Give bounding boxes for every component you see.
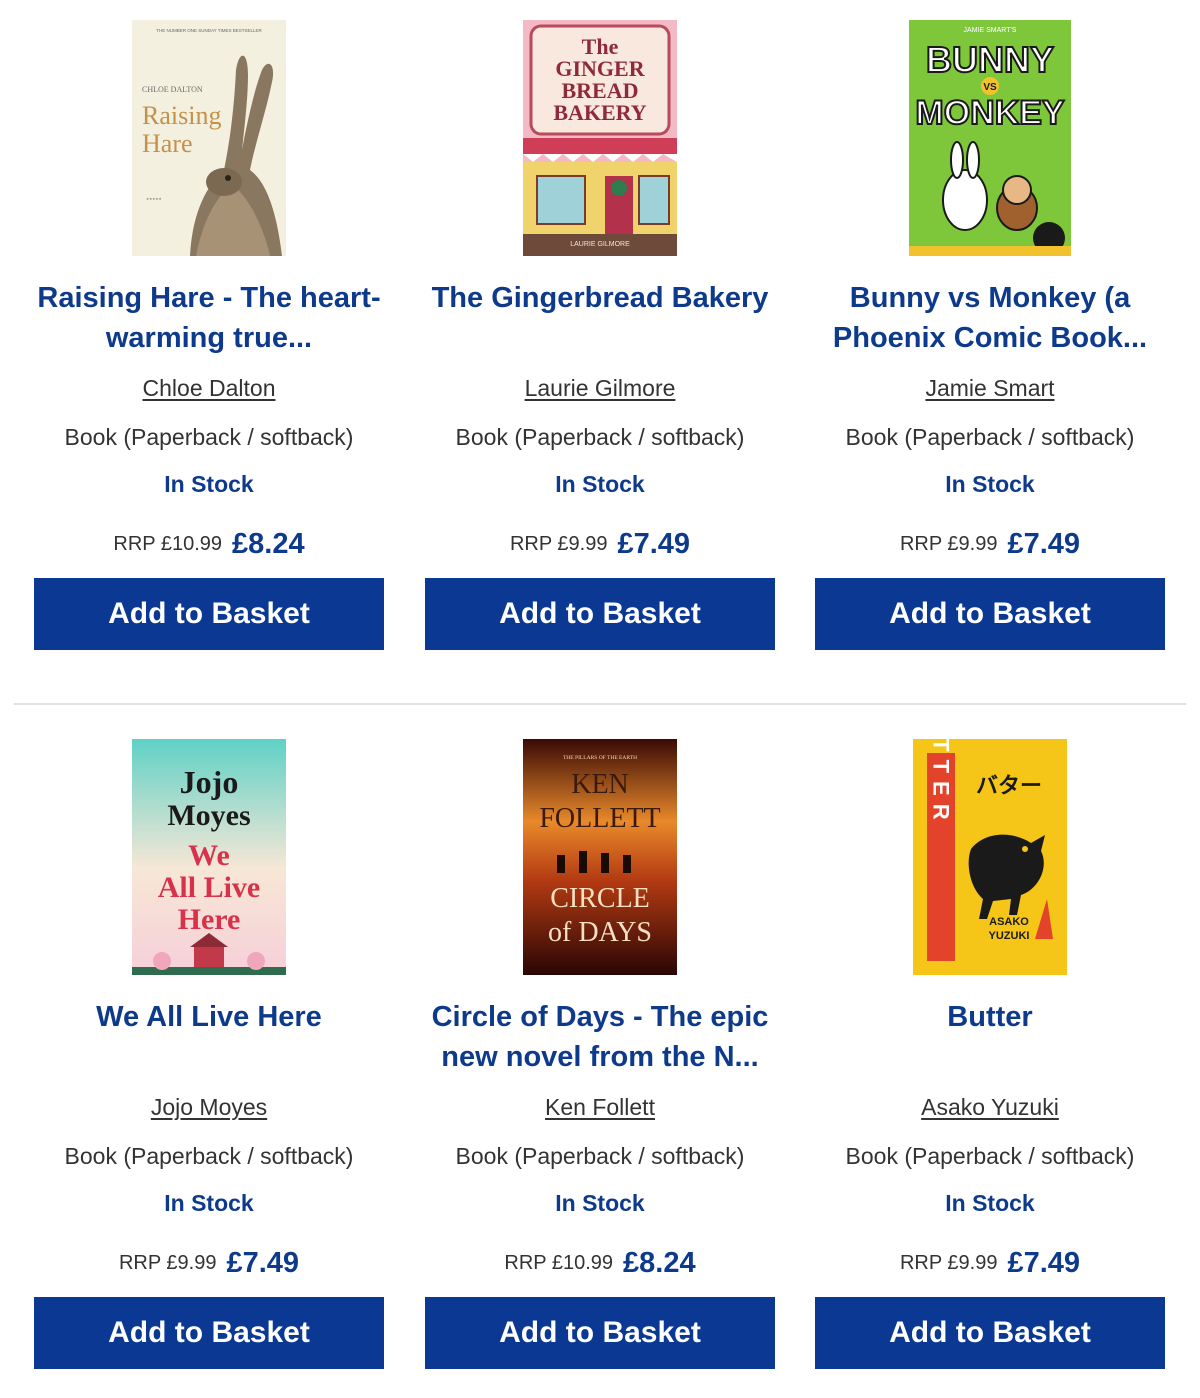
product-row: Jojo Moyes We All Live Here We All Live … — [0, 719, 1200, 1379]
butter-cover[interactable]: BUTTER バター ASAKO YUZUKI — [913, 739, 1067, 975]
product-format: Book (Paperback / softback) — [455, 1143, 745, 1169]
price-block: RRP £9.99 £7.49 — [425, 524, 775, 564]
product-format: Book (Paperback / softback) — [455, 424, 745, 450]
svg-text:バター: バター — [976, 774, 1042, 799]
product-row: THE NUMBER ONE SUNDAY TIMES BESTSELLER C… — [0, 0, 1200, 660]
svg-text:Raising: Raising — [142, 101, 221, 130]
rrp-price: RRP £9.99 — [899, 533, 998, 555]
product-title-link[interactable]: We All Live Here — [24, 997, 394, 1037]
author-link[interactable]: Asako Yuzuki — [815, 1092, 1165, 1122]
svg-text:MONKEY: MONKEY — [915, 94, 1065, 132]
bunny-vs-monkey-cover[interactable]: JAMIE SMART'S BUNNY VS MONKEY — [909, 20, 1071, 256]
product-title-link[interactable]: The Gingerbread Bakery — [415, 278, 785, 318]
sale-price: £7.49 — [1007, 528, 1081, 560]
svg-text:CHLOE DALTON: CHLOE DALTON — [142, 85, 203, 94]
sale-price: £7.49 — [1007, 1247, 1081, 1279]
product-card: Jojo Moyes We All Live Here We All Live … — [34, 719, 384, 1379]
svg-text:BUNNY: BUNNY — [926, 39, 1054, 80]
we-all-live-here-cover[interactable]: Jojo Moyes We All Live Here — [132, 739, 286, 975]
price-block: RRP £10.99 £8.24 — [425, 1243, 775, 1283]
svg-text:BUTTER: BUTTER — [929, 739, 954, 828]
svg-text:Hare: Hare — [142, 129, 193, 158]
product-format: Book (Paperback / softback) — [64, 424, 354, 450]
product-format: Book (Paperback / softback) — [845, 1143, 1135, 1169]
stock-status: In Stock — [555, 471, 645, 497]
add-to-basket-button[interactable]: Add to Basket — [34, 1297, 384, 1369]
stock-status: In Stock — [555, 1190, 645, 1216]
rrp-price: RRP £10.99 — [113, 533, 222, 555]
svg-text:BAKERY: BAKERY — [553, 100, 646, 125]
svg-text:Here: Here — [178, 903, 241, 936]
svg-text:Moyes: Moyes — [167, 799, 250, 832]
product-title-link[interactable]: Raising Hare - The heart-warming true... — [24, 278, 394, 358]
svg-text:LAURIE GILMORE: LAURIE GILMORE — [570, 241, 630, 248]
sale-price: £7.49 — [617, 528, 691, 560]
svg-text:★★★★★: ★★★★★ — [146, 197, 163, 201]
svg-text:YUZUKI: YUZUKI — [989, 930, 1030, 942]
stock-status: In Stock — [945, 471, 1035, 497]
author-link[interactable]: Ken Follett — [425, 1092, 775, 1122]
rrp-price: RRP £9.99 — [899, 1252, 998, 1274]
author-link[interactable]: Chloe Dalton — [34, 373, 384, 403]
rrp-price: RRP £10.99 — [504, 1252, 613, 1274]
add-to-basket-button[interactable]: Add to Basket — [34, 578, 384, 650]
stock-status: In Stock — [164, 1190, 254, 1216]
product-title-link[interactable]: Bunny vs Monkey (a Phoenix Comic Book... — [805, 278, 1175, 358]
raising-hare-cover[interactable]: THE NUMBER ONE SUNDAY TIMES BESTSELLER C… — [132, 20, 286, 256]
sale-price: £8.24 — [232, 528, 305, 560]
rrp-price: RRP £9.99 — [118, 1252, 217, 1274]
add-to-basket-button[interactable]: Add to Basket — [425, 578, 775, 650]
svg-text:CIRCLE: CIRCLE — [550, 883, 650, 914]
product-card: JAMIE SMART'S BUNNY VS MONKEY Bunny vs M… — [815, 0, 1165, 660]
svg-text:FOLLETT: FOLLETT — [539, 803, 660, 834]
product-title-link[interactable]: Butter — [805, 997, 1175, 1037]
price-block: RRP £9.99 £7.49 — [34, 1243, 384, 1283]
stock-status: In Stock — [164, 471, 254, 497]
sale-price: £7.49 — [226, 1247, 300, 1279]
product-format: Book (Paperback / softback) — [64, 1143, 354, 1169]
gingerbread-bakery-cover[interactable]: The GINGER BREAD BAKERY LAURIE GILMORE — [523, 20, 677, 256]
author-link[interactable]: Laurie Gilmore — [425, 373, 775, 403]
add-to-basket-button[interactable]: Add to Basket — [425, 1297, 775, 1369]
svg-text:All Live: All Live — [158, 871, 261, 904]
product-card: THE PILLARS OF THE EARTH KEN FOLLETT CIR… — [425, 719, 775, 1379]
author-link[interactable]: Jamie Smart — [815, 373, 1165, 403]
svg-text:THE NUMBER ONE SUNDAY TIMES BE: THE NUMBER ONE SUNDAY TIMES BESTSELLER — [156, 28, 262, 33]
svg-text:ASAKO: ASAKO — [989, 916, 1029, 928]
svg-text:Jojo: Jojo — [180, 764, 239, 800]
price-block: RRP £10.99 £8.24 — [34, 524, 384, 564]
add-to-basket-button[interactable]: Add to Basket — [815, 1297, 1165, 1369]
product-card: THE NUMBER ONE SUNDAY TIMES BESTSELLER C… — [34, 0, 384, 660]
product-card: The GINGER BREAD BAKERY LAURIE GILMORE T… — [425, 0, 775, 660]
stock-status: In Stock — [945, 1190, 1035, 1216]
add-to-basket-button[interactable]: Add to Basket — [815, 578, 1165, 650]
rrp-price: RRP £9.99 — [509, 533, 608, 555]
product-card: BUTTER バター ASAKO YUZUKI Butter Asako Yuz… — [815, 719, 1165, 1379]
product-title-link[interactable]: Circle of Days - The epic new novel from… — [415, 997, 785, 1077]
svg-text:VS: VS — [983, 82, 997, 93]
price-block: RRP £9.99 £7.49 — [815, 524, 1165, 564]
product-format: Book (Paperback / softback) — [845, 424, 1135, 450]
svg-text:KEN: KEN — [571, 769, 629, 800]
sale-price: £8.24 — [623, 1247, 696, 1279]
svg-text:of DAYS: of DAYS — [548, 917, 652, 948]
svg-text:THE PILLARS OF THE EARTH: THE PILLARS OF THE EARTH — [563, 755, 637, 761]
svg-text:We: We — [188, 839, 230, 872]
price-block: RRP £9.99 £7.49 — [815, 1243, 1165, 1283]
author-link[interactable]: Jojo Moyes — [34, 1092, 384, 1122]
row-divider — [14, 703, 1186, 705]
svg-text:JAMIE SMART'S: JAMIE SMART'S — [964, 27, 1017, 34]
circle-of-days-cover[interactable]: THE PILLARS OF THE EARTH KEN FOLLETT CIR… — [523, 739, 677, 975]
